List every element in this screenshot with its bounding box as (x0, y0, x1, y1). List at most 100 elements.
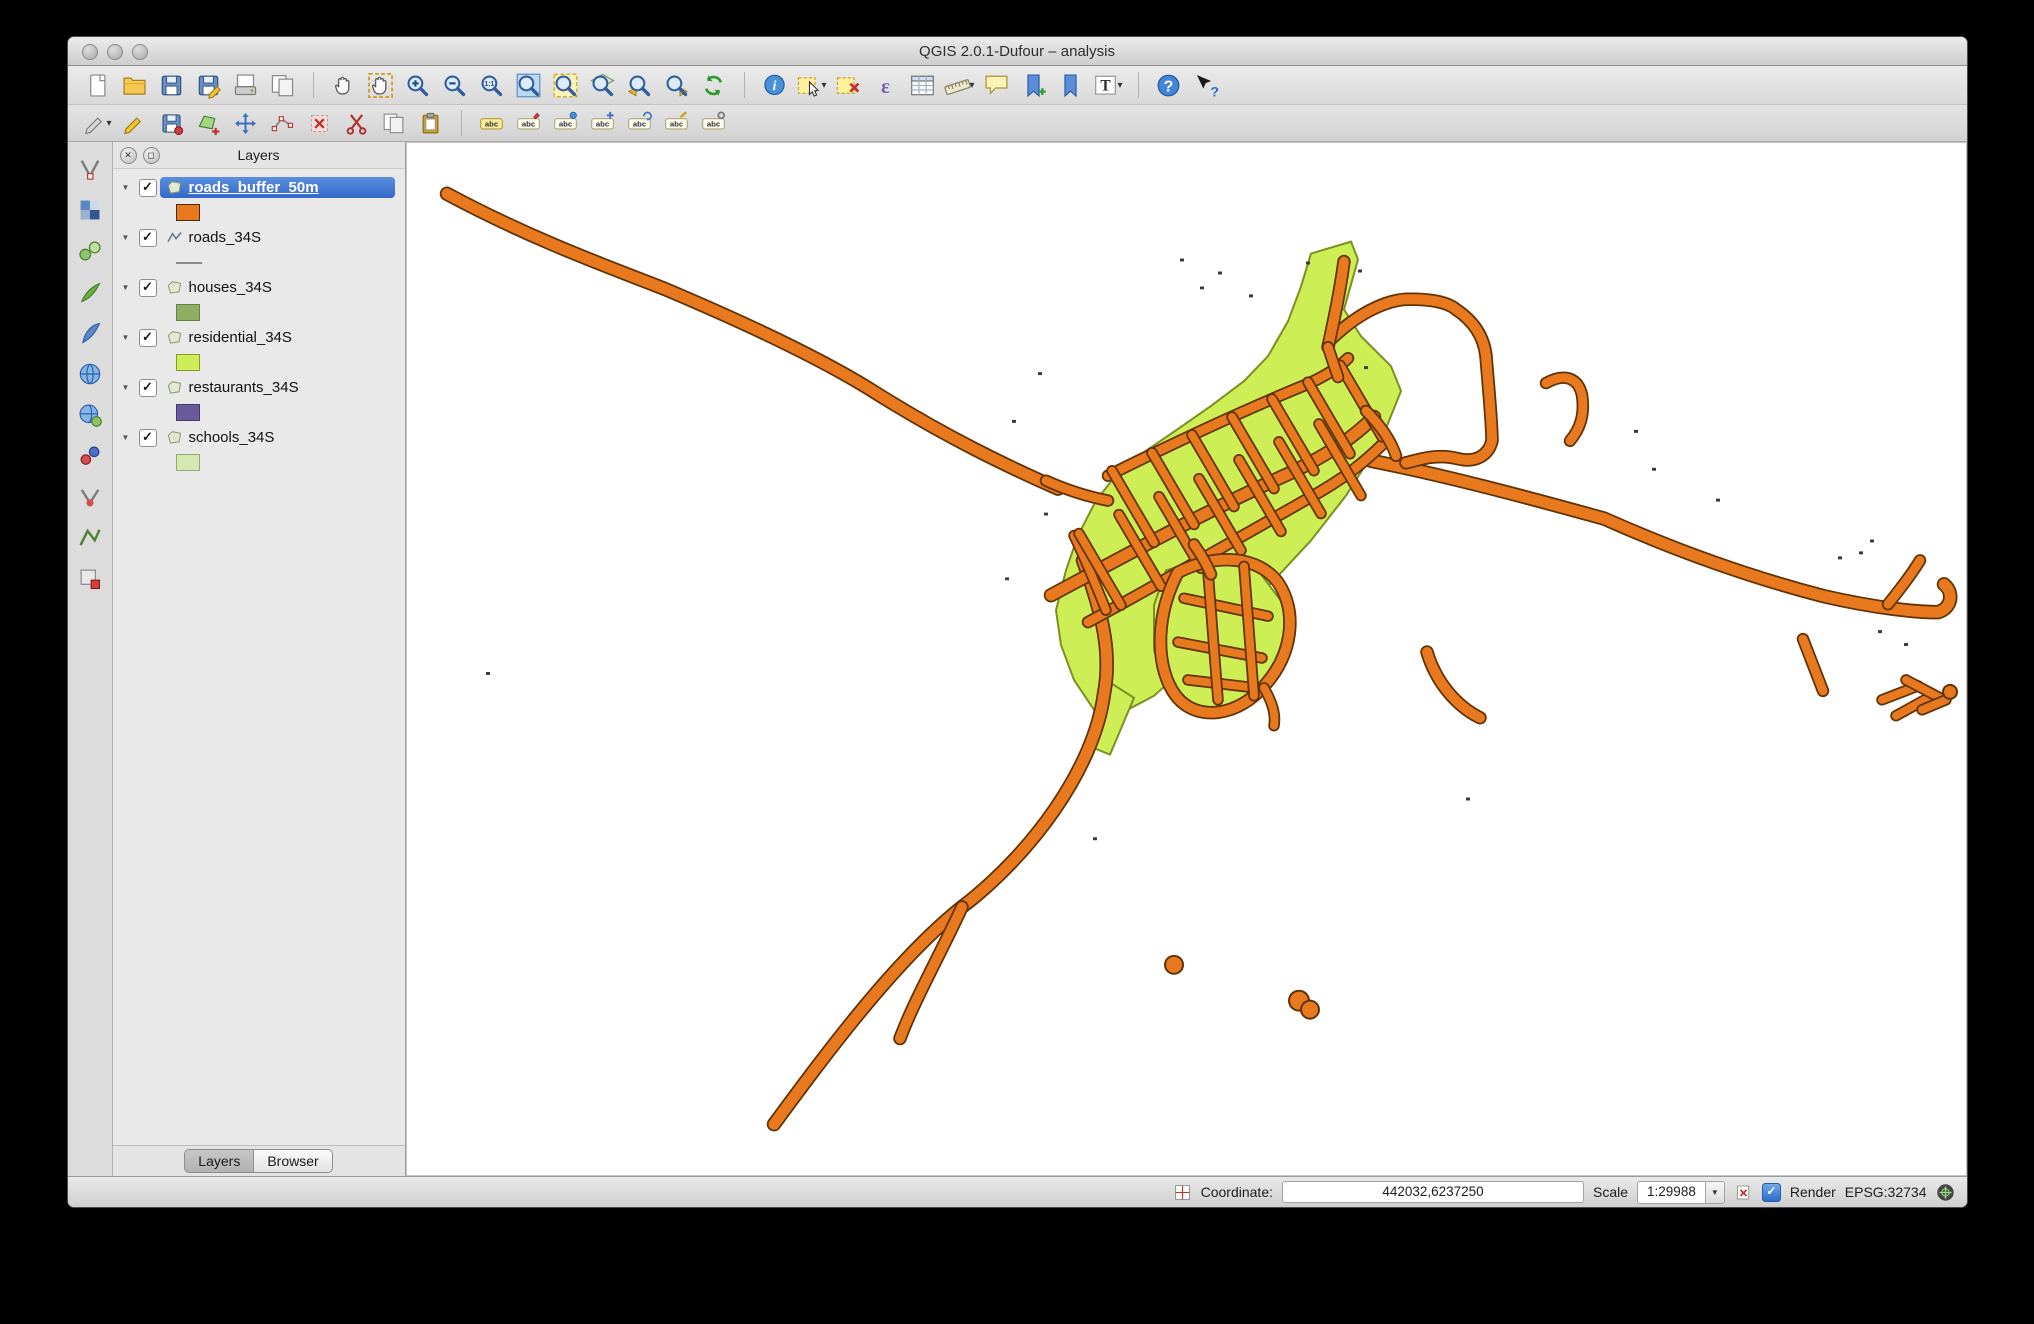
layer-item-schools_34S[interactable]: ▼✓schools_34S (117, 424, 401, 451)
delete-selected-button[interactable] (304, 108, 336, 138)
layer-checkbox[interactable]: ✓ (139, 329, 157, 347)
add-feature-button[interactable] (193, 108, 225, 138)
topology-checker-button[interactable] (75, 482, 105, 512)
new-project-button[interactable] (82, 70, 114, 100)
expander-icon[interactable]: ▼ (122, 433, 136, 442)
map-tips-button[interactable] (981, 70, 1013, 100)
deselect-features-button[interactable] (833, 70, 865, 100)
zoom-in-button[interactable] (402, 70, 434, 100)
paste-features-button[interactable] (415, 108, 447, 138)
pan-map-button[interactable] (328, 70, 360, 100)
crs-status-icon[interactable] (1936, 1183, 1955, 1202)
pin-label-button[interactable]: abc (513, 108, 545, 138)
vector-tools-button[interactable] (75, 523, 105, 553)
svg-text:?: ? (1210, 83, 1219, 99)
save-project-button[interactable] (156, 70, 188, 100)
expander-icon[interactable]: ▼ (122, 283, 136, 292)
cut-features-button[interactable] (341, 108, 373, 138)
tab-layers[interactable]: Layers (184, 1149, 254, 1173)
identify-features-button[interactable]: i (759, 70, 791, 100)
layer-checkbox[interactable]: ✓ (139, 279, 157, 297)
python-console-button[interactable] (75, 318, 105, 348)
pan-to-selection-button[interactable] (365, 70, 397, 100)
coordinate-capture-icon[interactable] (1173, 1183, 1192, 1202)
new-bookmark-button[interactable] (1018, 70, 1050, 100)
panel-float-icon[interactable]: ◻ (143, 147, 160, 164)
metasearch-button[interactable] (75, 400, 105, 430)
tab-browser[interactable]: Browser (254, 1149, 332, 1173)
expander-icon[interactable]: ▼ (122, 233, 136, 242)
layer-item-houses_34S[interactable]: ▼✓houses_34S (117, 274, 401, 301)
copy-features-button[interactable] (378, 108, 410, 138)
composer-manager-button[interactable] (267, 70, 299, 100)
zoom-last-button[interactable] (624, 70, 656, 100)
zoom-native-button[interactable]: 1:1 (476, 70, 508, 100)
layer-item-roads_buffer_50m[interactable]: ▼✓roads_buffer_50m (117, 174, 401, 201)
layer-labeling-options-button[interactable]: abc (476, 108, 508, 138)
layer-checkbox[interactable]: ✓ (139, 379, 157, 397)
refresh-map-button[interactable] (698, 70, 730, 100)
zoom-full-button[interactable] (513, 70, 545, 100)
copyfeat-icon (381, 111, 406, 136)
new-print-composer-button[interactable] (230, 70, 262, 100)
expander-icon[interactable]: ▼ (122, 333, 136, 342)
lt_raster-icon (77, 197, 103, 223)
zoom-to-layer-button[interactable] (587, 70, 619, 100)
offline-editing-button[interactable] (75, 564, 105, 594)
chevron-down-icon[interactable]: ▼ (1705, 1182, 1724, 1203)
move-feature-button[interactable] (230, 108, 262, 138)
svg-text:i: i (773, 77, 777, 93)
layer-swatch-houses_34S (117, 301, 401, 324)
web-tools-button[interactable] (75, 359, 105, 389)
save-project-as-button[interactable] (193, 70, 225, 100)
layer-checkbox[interactable]: ✓ (139, 429, 157, 447)
panel-close-icon[interactable]: ✕ (120, 147, 137, 164)
toggle-editing-button[interactable] (119, 108, 151, 138)
current-edits-button[interactable]: ▾ (82, 108, 114, 138)
layer-checkbox[interactable]: ✓ (139, 179, 157, 197)
rotate-label-button[interactable]: abc (624, 108, 656, 138)
label-properties-button[interactable]: abc (698, 108, 730, 138)
dropdown-arrow-icon[interactable]: ▾ (969, 80, 974, 91)
move-label-button[interactable]: abc (587, 108, 619, 138)
close-button[interactable] (82, 44, 98, 60)
zoom-next-button[interactable] (661, 70, 693, 100)
dropdown-arrow-icon[interactable]: ▾ (106, 118, 111, 129)
layer-item-roads_34S[interactable]: ▼✓roads_34S (117, 224, 401, 251)
show-hide-labels-button[interactable]: abc (550, 108, 582, 138)
attribute-table-button[interactable] (907, 70, 939, 100)
help-contents-button[interactable]: ? (1153, 70, 1185, 100)
change-label-button[interactable]: abc (661, 108, 693, 138)
layer-checkbox[interactable]: ✓ (139, 229, 157, 247)
stop-rendering-icon[interactable] (1734, 1183, 1753, 1202)
show-bookmarks-button[interactable] (1055, 70, 1087, 100)
maximize-button[interactable] (132, 44, 148, 60)
zoom-to-selection-button[interactable] (550, 70, 582, 100)
map-canvas[interactable] (406, 142, 1967, 1176)
field-calculator-button[interactable]: ε (870, 70, 902, 100)
render-checkbox[interactable]: ✓ (1762, 1183, 1781, 1202)
scale-combo[interactable]: 1:29988 ▼ (1637, 1181, 1725, 1204)
analysis-tools-button[interactable] (75, 236, 105, 266)
advanced-digitizing-button[interactable] (75, 154, 105, 184)
dropdown-arrow-icon[interactable]: ▾ (1117, 80, 1122, 91)
node-tool-button[interactable] (267, 108, 299, 138)
gps-tools-button[interactable] (75, 441, 105, 471)
layer-item-restaurants_34S[interactable]: ▼✓restaurants_34S (117, 374, 401, 401)
measure-button[interactable]: ▾ (944, 70, 976, 100)
layer-item-residential_34S[interactable]: ▼✓residential_34S (117, 324, 401, 351)
whats-this-button[interactable]: ? (1190, 70, 1222, 100)
text-annotation-button[interactable]: T▾ (1092, 70, 1124, 100)
minimize-button[interactable] (107, 44, 123, 60)
grass-tools-button[interactable] (75, 277, 105, 307)
expander-icon[interactable]: ▼ (122, 383, 136, 392)
select-features-button[interactable]: ▾ (796, 70, 828, 100)
expander-icon[interactable]: ▼ (122, 183, 136, 192)
zoom-out-button[interactable] (439, 70, 471, 100)
dropdown-arrow-icon[interactable]: ▾ (821, 80, 826, 91)
save-layer-edits-button[interactable] (156, 108, 188, 138)
raster-tools-button[interactable] (75, 195, 105, 225)
open-project-button[interactable] (119, 70, 151, 100)
coordinate-input[interactable]: 442032,6237250 (1282, 1181, 1584, 1203)
labelmove-icon: abc (590, 111, 615, 136)
